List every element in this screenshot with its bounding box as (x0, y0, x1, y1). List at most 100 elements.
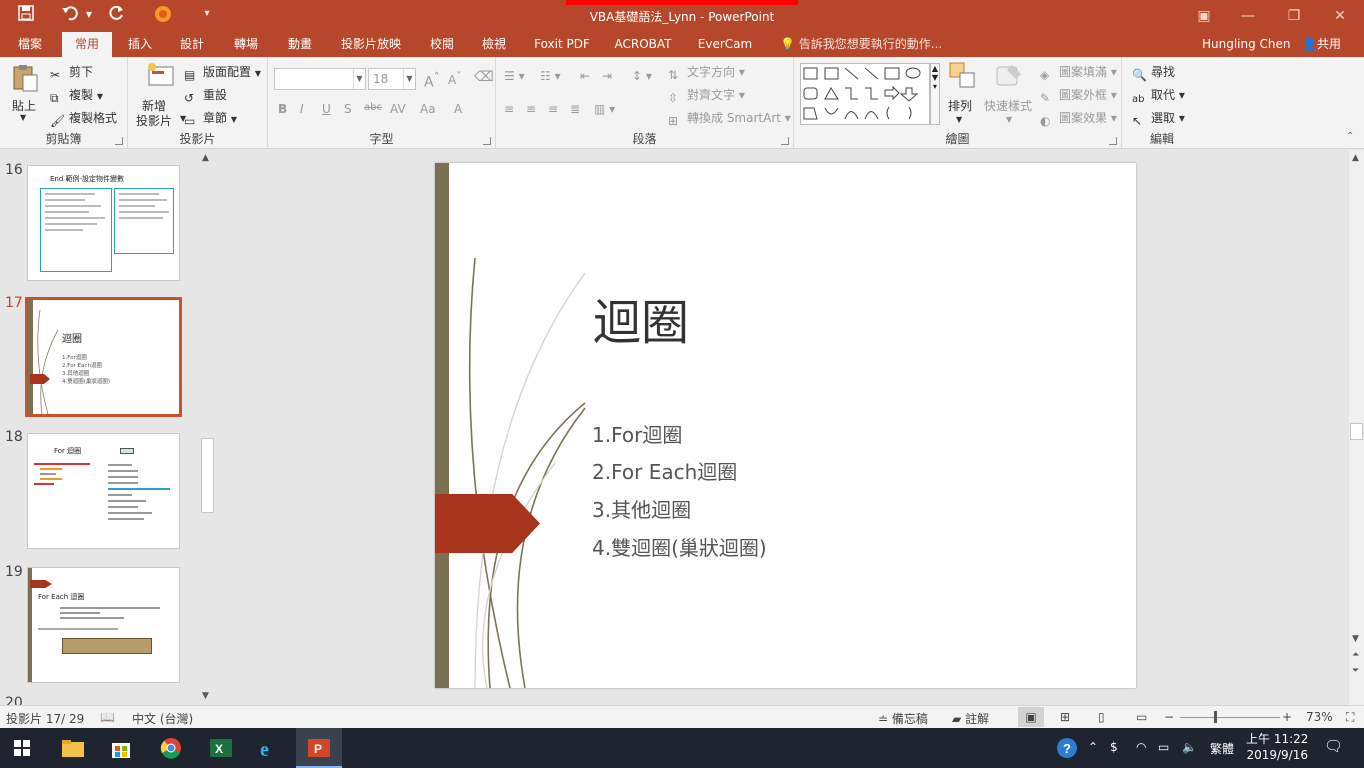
clipboard-launcher-icon[interactable] (115, 137, 123, 145)
reading-view-icon[interactable]: ▯ (1098, 710, 1105, 724)
layout-button[interactable]: ▤ 版面配置 ▼ (184, 63, 261, 84)
font-name-combo[interactable]: ▼ (274, 68, 366, 90)
reset-button[interactable]: ↺ 重設 (184, 86, 227, 107)
normal-view-icon[interactable]: ▣ (1018, 707, 1044, 727)
file-explorer-icon[interactable] (50, 728, 96, 768)
replace-button[interactable]: ab 取代 ▾ (1132, 86, 1185, 110)
user-name[interactable]: Hungling Chen (1202, 32, 1291, 57)
slide-bullet-2[interactable]: 2.For Each迴圈 (592, 456, 737, 485)
shape-outline-button[interactable]: ✎ 圖案外框 ▾ (1040, 86, 1117, 107)
tab-design[interactable]: 設計 (174, 32, 210, 57)
text-direction-button[interactable]: ⇅ 文字方向 ▾ (668, 63, 745, 84)
slide-thumbnail-18[interactable]: For 迴圈 (27, 433, 180, 549)
language[interactable]: 中文 (台灣) (132, 710, 193, 727)
font-launcher-icon[interactable] (483, 137, 491, 145)
section-button[interactable]: ▭ 章節 ▼ (184, 109, 237, 130)
slide-bullet-4[interactable]: 4.雙迴圈(巢狀迴圈) (592, 532, 767, 561)
slide-thumbnail-16[interactable]: End 範例-設定物件變數 (27, 165, 180, 281)
volume-icon[interactable]: 🔈 (1182, 740, 1197, 754)
copy-button[interactable]: ⧉ 複製 ▼ (50, 86, 103, 107)
font-size-combo[interactable]: 18 ▼ (368, 68, 416, 90)
decrease-indent-icon[interactable]: ⇤ (580, 69, 590, 83)
drawing-launcher-icon[interactable] (1109, 137, 1117, 145)
quick-styles-button[interactable]: 快速樣式 ▼ (984, 61, 1034, 129)
scroll-down-icon[interactable]: ▼ (1352, 634, 1359, 644)
align-center-icon[interactable]: ≡ (526, 102, 536, 116)
previous-slide-icon[interactable]: ⏶ (1352, 650, 1359, 660)
paste-button[interactable]: 貼上 ▼ (6, 63, 42, 127)
shape-effects-button[interactable]: ◐ 圖案效果 ▾ (1040, 109, 1117, 130)
thumbnail-scrollbar[interactable]: ▲ ▼ (200, 153, 215, 705)
tab-animations[interactable]: 動畫 (282, 32, 318, 57)
zoom-level[interactable]: 73% (1306, 710, 1333, 724)
fit-slide-icon[interactable]: ⛶ (1346, 710, 1354, 725)
minimize-icon[interactable]: — (1236, 4, 1260, 28)
comments-button[interactable]: ▰ 註解 (952, 710, 989, 727)
change-case-icon[interactable]: Aa (420, 102, 436, 116)
chrome-icon[interactable] (148, 728, 194, 768)
current-slide[interactable]: 迴圈 1.For迴圈 2.For Each迴圈 3.其他迴圈 4.雙迴圈(巢狀迴… (435, 163, 1136, 688)
slide-bullet-1[interactable]: 1.For迴圈 (592, 419, 682, 448)
shapes-gallery[interactable] (800, 63, 930, 125)
format-painter-button[interactable]: 🖌 複製格式 (50, 109, 117, 130)
tab-review[interactable]: 校閱 (424, 32, 460, 57)
restore-icon[interactable]: ❐ (1282, 4, 1306, 28)
tab-file[interactable]: 檔案 (10, 32, 50, 57)
store-icon[interactable] (98, 728, 144, 768)
help-icon[interactable]: ? (1056, 737, 1078, 762)
clear-format-icon[interactable]: ⌫ (474, 69, 494, 85)
shapes-scroll[interactable]: ▲ ▼ ▾ (930, 63, 940, 125)
scroll-thumb[interactable] (201, 438, 214, 513)
slide-thumbnail-17[interactable]: 迴圈 1.For迴圈 2.For Each迴圈 3.其他迴圈 4.雙迴圈(巢狀迴… (25, 297, 182, 417)
tray-expand-icon[interactable]: ⌃ (1088, 740, 1098, 754)
tell-me-box[interactable]: 💡 告訴我您想要執行的動作... (780, 32, 942, 57)
slide-title[interactable]: 迴圈 (593, 283, 689, 353)
tab-foxit-pdf[interactable]: Foxit PDF (530, 32, 594, 57)
font-color-icon[interactable]: A (454, 102, 462, 116)
wifi-icon[interactable]: ◠ (1136, 740, 1146, 754)
zoom-slider-track[interactable] (1180, 717, 1280, 718)
numbering-icon[interactable]: ☷ ▾ (540, 69, 561, 83)
line-spacing-icon[interactable]: ↕ ▾ (632, 69, 652, 83)
select-button[interactable]: ↖ 選取 ▾ (1132, 109, 1185, 130)
collapse-ribbon-icon[interactable]: ⌃ (1346, 131, 1354, 142)
zoom-out-icon[interactable]: − (1164, 710, 1174, 724)
increase-indent-icon[interactable]: ⇥ (602, 69, 612, 83)
windows-start-icon[interactable] (0, 728, 46, 768)
slideshow-view-icon[interactable]: ▭ (1136, 710, 1147, 724)
slide-thumbnail-19[interactable]: For Each 迴圈 (27, 567, 180, 683)
notification-icon[interactable]: 🗨 (1324, 737, 1343, 755)
tab-slideshow[interactable]: 投影片放映 (336, 32, 406, 57)
underline-icon[interactable]: U (322, 102, 331, 116)
bold-icon[interactable]: B (278, 102, 287, 116)
align-text-button[interactable]: ⇳ 對齊文字 ▾ (668, 86, 745, 107)
bullets-icon[interactable]: ☰ ▾ (504, 69, 525, 83)
cut-button[interactable]: ✂ 剪下 (50, 63, 93, 84)
align-left-icon[interactable]: ≡ (504, 102, 514, 116)
new-slide-button[interactable]: 新增 投影片 ▼ (136, 61, 186, 129)
tab-home[interactable]: 常用 (62, 32, 112, 57)
italic-icon[interactable]: I (300, 102, 304, 116)
scroll-thumb[interactable] (1350, 423, 1363, 440)
slide-bullet-3[interactable]: 3.其他迴圈 (592, 494, 691, 523)
tab-evercam[interactable]: EverCam (694, 32, 756, 57)
align-right-icon[interactable]: ≡ (548, 102, 558, 116)
tab-view[interactable]: 檢視 (476, 32, 512, 57)
internet-explorer-icon[interactable]: e (246, 728, 292, 768)
editor-scrollbar[interactable]: ▲ ▼ ⏶ ⏷ (1349, 150, 1364, 705)
dollar-icon[interactable]: $ (1110, 740, 1118, 754)
ime-indicator[interactable]: 繁體 (1210, 740, 1234, 757)
scroll-up-icon[interactable]: ▲ (1352, 153, 1359, 163)
ribbon-display-icon[interactable]: ▣ (1192, 4, 1216, 28)
shape-fill-button[interactable]: ◈ 圖案填滿 ▾ (1040, 63, 1117, 84)
scroll-up-icon[interactable]: ▲ (202, 153, 209, 163)
shrink-font-icon[interactable]: A˅ (448, 71, 461, 87)
share-button[interactable]: 👤共用 (1302, 32, 1341, 57)
next-slide-icon[interactable]: ⏷ (1352, 666, 1359, 676)
close-icon[interactable]: ✕ (1328, 4, 1352, 28)
paragraph-launcher-icon[interactable] (781, 137, 789, 145)
tab-transitions[interactable]: 轉場 (228, 32, 264, 57)
powerpoint-icon[interactable]: P (296, 728, 342, 768)
tab-insert[interactable]: 插入 (122, 32, 158, 57)
excel-icon[interactable]: X (198, 728, 244, 768)
